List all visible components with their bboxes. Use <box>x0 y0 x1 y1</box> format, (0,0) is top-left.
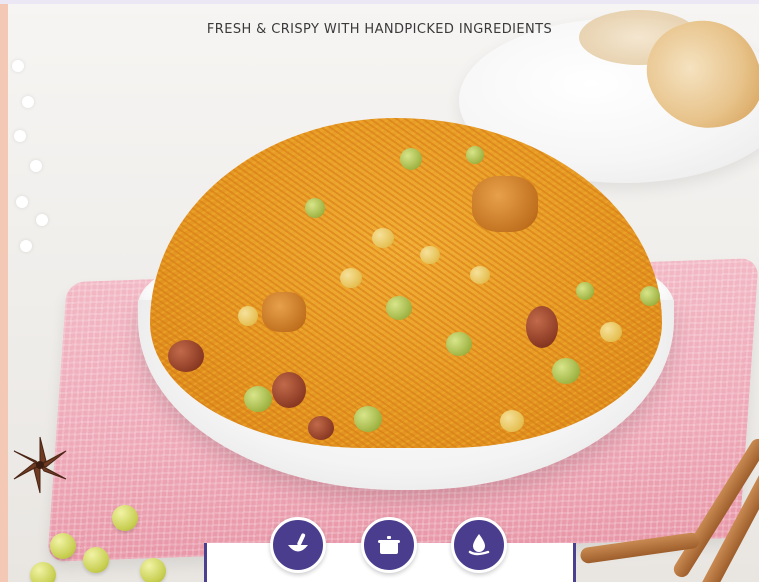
green-pea <box>83 547 109 573</box>
cooking-pot-icon <box>378 536 400 554</box>
green-pea <box>140 558 166 582</box>
star-anise-spice <box>13 436 67 494</box>
cooking-pot-badge <box>361 517 417 573</box>
hand-drop-badge <box>451 517 507 573</box>
mortar-pestle-badge <box>270 517 326 573</box>
green-pea <box>30 562 56 582</box>
green-pea <box>50 533 76 559</box>
green-pea <box>112 505 138 531</box>
product-banner: FRESH & CRISPY WITH HANDPICKED INGREDIEN… <box>0 0 759 582</box>
mortar-pestle-icon <box>288 533 308 552</box>
side-disclaimer <box>678 440 692 570</box>
hand-drop-icon <box>468 534 490 556</box>
left-edge-strip <box>0 0 8 582</box>
tagline: FRESH & CRISPY WITH HANDPICKED INGREDIEN… <box>206 22 553 37</box>
top-edge-strip <box>0 0 759 4</box>
